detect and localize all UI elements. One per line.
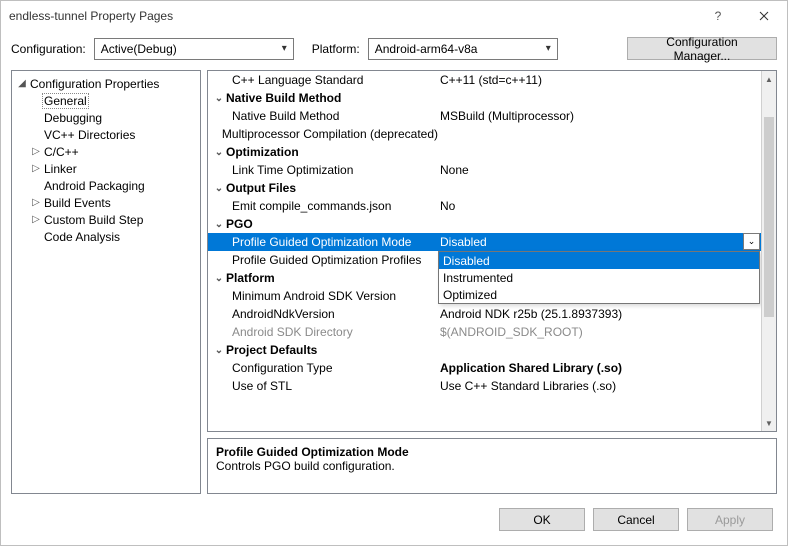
property-name: Android SDK Directory [232, 325, 353, 339]
property-value: No [438, 199, 761, 213]
platform-value: Android-arm64-v8a [375, 42, 478, 56]
close-button[interactable] [741, 1, 787, 31]
tree-item-build-events[interactable]: ▷Build Events [12, 194, 200, 211]
platform-combo[interactable]: Android-arm64-v8a ▾ [368, 38, 558, 60]
category-label: Project Defaults [226, 343, 317, 357]
dropdown-button[interactable]: ⌄ [743, 233, 760, 250]
property-name: Profile Guided Optimization Mode [232, 235, 411, 249]
property-value: $(ANDROID_SDK_ROOT) [438, 325, 761, 339]
help-button[interactable]: ? [695, 1, 741, 31]
grid-category[interactable]: ⌄Optimization [208, 143, 761, 161]
property-value: Use C++ Standard Libraries (.so) [438, 379, 761, 393]
vertical-scrollbar[interactable]: ▲ ▼ [761, 71, 776, 431]
grid-row[interactable]: Profile Guided Optimization Mode Disabled… [208, 233, 761, 251]
close-icon [759, 11, 769, 21]
property-name: Multiprocessor Compilation (deprecated) [222, 127, 438, 141]
config-combo[interactable]: Active(Debug) ▾ [94, 38, 294, 60]
property-name: C++ Language Standard [232, 73, 363, 87]
platform-label: Platform: [312, 42, 360, 56]
property-name: Emit compile_commands.json [232, 199, 391, 213]
scroll-up-button[interactable]: ▲ [762, 71, 776, 87]
chevron-down-icon: ▾ [282, 43, 287, 54]
property-grid: C++ Language StandardC++11 (std=c++11)⌄N… [207, 70, 777, 432]
config-label: Configuration: [11, 42, 86, 56]
grid-category[interactable]: ⌄Project Defaults [208, 341, 761, 359]
property-value: Application Shared Library (.so) [438, 361, 761, 375]
dropdown-option[interactable]: Disabled [439, 252, 759, 269]
window-title: endless-tunnel Property Pages [9, 9, 173, 23]
property-value: None [438, 163, 761, 177]
grid-row[interactable]: C++ Language Standard C++11 (std=c++11) [208, 71, 761, 89]
grid-category[interactable]: ⌄Output Files [208, 179, 761, 197]
cancel-button[interactable]: Cancel [593, 508, 679, 531]
tree-item-ccpp[interactable]: ▷C/C++ [12, 143, 200, 160]
grid-category[interactable]: ⌄Native Build Method [208, 89, 761, 107]
property-name: Use of STL [232, 379, 292, 393]
grid-row[interactable]: Use of STL Use C++ Standard Libraries (.s… [208, 377, 761, 395]
expand-icon[interactable]: ▷ [30, 146, 42, 157]
category-label: Optimization [226, 145, 299, 159]
grid-row[interactable]: Link Time Optimization None [208, 161, 761, 179]
property-value: MSBuild (Multiprocessor) [438, 109, 761, 123]
grid-row[interactable]: Configuration Type Application Shared Lib… [208, 359, 761, 377]
tree-item-debugging[interactable]: Debugging [12, 109, 200, 126]
description-text: Controls PGO build configuration. [216, 459, 768, 473]
category-label: PGO [226, 217, 253, 231]
tree-root[interactable]: ◢ Configuration Properties [12, 75, 200, 92]
grid-row[interactable]: Android SDK Directory $(ANDROID_SDK_ROOT) [208, 323, 761, 341]
titlebar: endless-tunnel Property Pages ? [1, 1, 787, 31]
description-box: Profile Guided Optimization Mode Control… [207, 438, 777, 494]
tree-item-vc-dirs[interactable]: VC++ Directories [12, 126, 200, 143]
category-label: Native Build Method [226, 91, 341, 105]
scroll-track[interactable] [762, 87, 776, 415]
description-title: Profile Guided Optimization Mode [216, 445, 768, 459]
property-name: Link Time Optimization [232, 163, 353, 177]
collapse-icon[interactable]: ⌄ [212, 147, 226, 158]
expand-icon[interactable]: ▷ [30, 197, 42, 208]
config-value: Active(Debug) [101, 42, 177, 56]
nav-tree[interactable]: ◢ Configuration Properties General Debug… [11, 70, 201, 494]
chevron-down-icon: ▾ [546, 43, 551, 54]
tree-item-linker[interactable]: ▷Linker [12, 160, 200, 177]
property-value: Disabled [438, 235, 761, 249]
property-name: AndroidNdkVersion [232, 307, 335, 321]
property-value: Android NDK r25b (25.1.8937393) [438, 307, 761, 321]
tree-item-custom-build[interactable]: ▷Custom Build Step [12, 211, 200, 228]
property-name: Minimum Android SDK Version [232, 289, 396, 303]
grid-row[interactable]: Native Build Method MSBuild (Multiprocess… [208, 107, 761, 125]
collapse-icon[interactable]: ◢ [16, 78, 28, 89]
collapse-icon[interactable]: ⌄ [212, 183, 226, 194]
collapse-icon[interactable]: ⌄ [212, 219, 226, 230]
category-label: Platform [226, 271, 275, 285]
collapse-icon[interactable]: ⌄ [212, 345, 226, 356]
grid-row[interactable]: Emit compile_commands.json No [208, 197, 761, 215]
scroll-thumb[interactable] [764, 117, 774, 317]
dialog-footer: OK Cancel Apply [1, 500, 787, 545]
collapse-icon[interactable]: ⌄ [212, 93, 226, 104]
config-manager-button[interactable]: Configuration Manager... [627, 37, 777, 60]
config-row: Configuration: Active(Debug) ▾ Platform:… [1, 31, 787, 66]
ok-button[interactable]: OK [499, 508, 585, 531]
category-label: Output Files [226, 181, 296, 195]
dropdown-list[interactable]: DisabledInstrumentedOptimized [438, 251, 760, 304]
property-pages-window: endless-tunnel Property Pages ? Configur… [0, 0, 788, 546]
collapse-icon[interactable]: ⌄ [212, 273, 226, 284]
dropdown-option[interactable]: Instrumented [439, 269, 759, 286]
grid-row[interactable]: Multiprocessor Compilation (deprecated) [208, 125, 761, 143]
tree-item-android-pkg[interactable]: Android Packaging [12, 177, 200, 194]
scroll-down-button[interactable]: ▼ [762, 415, 776, 431]
dropdown-option[interactable]: Optimized [439, 286, 759, 303]
grid-row[interactable]: AndroidNdkVersion Android NDK r25b (25.1.… [208, 305, 761, 323]
property-name: Native Build Method [232, 109, 339, 123]
tree-item-general[interactable]: General [12, 92, 200, 109]
grid-category[interactable]: ⌄PGO [208, 215, 761, 233]
tree-item-code-analysis[interactable]: Code Analysis [12, 228, 200, 245]
expand-icon[interactable]: ▷ [30, 214, 42, 225]
expand-icon[interactable]: ▷ [30, 163, 42, 174]
apply-button[interactable]: Apply [687, 508, 773, 531]
property-value: C++11 (std=c++11) [438, 73, 761, 87]
property-name: Profile Guided Optimization Profiles [232, 253, 421, 267]
property-name: Configuration Type [232, 361, 333, 375]
